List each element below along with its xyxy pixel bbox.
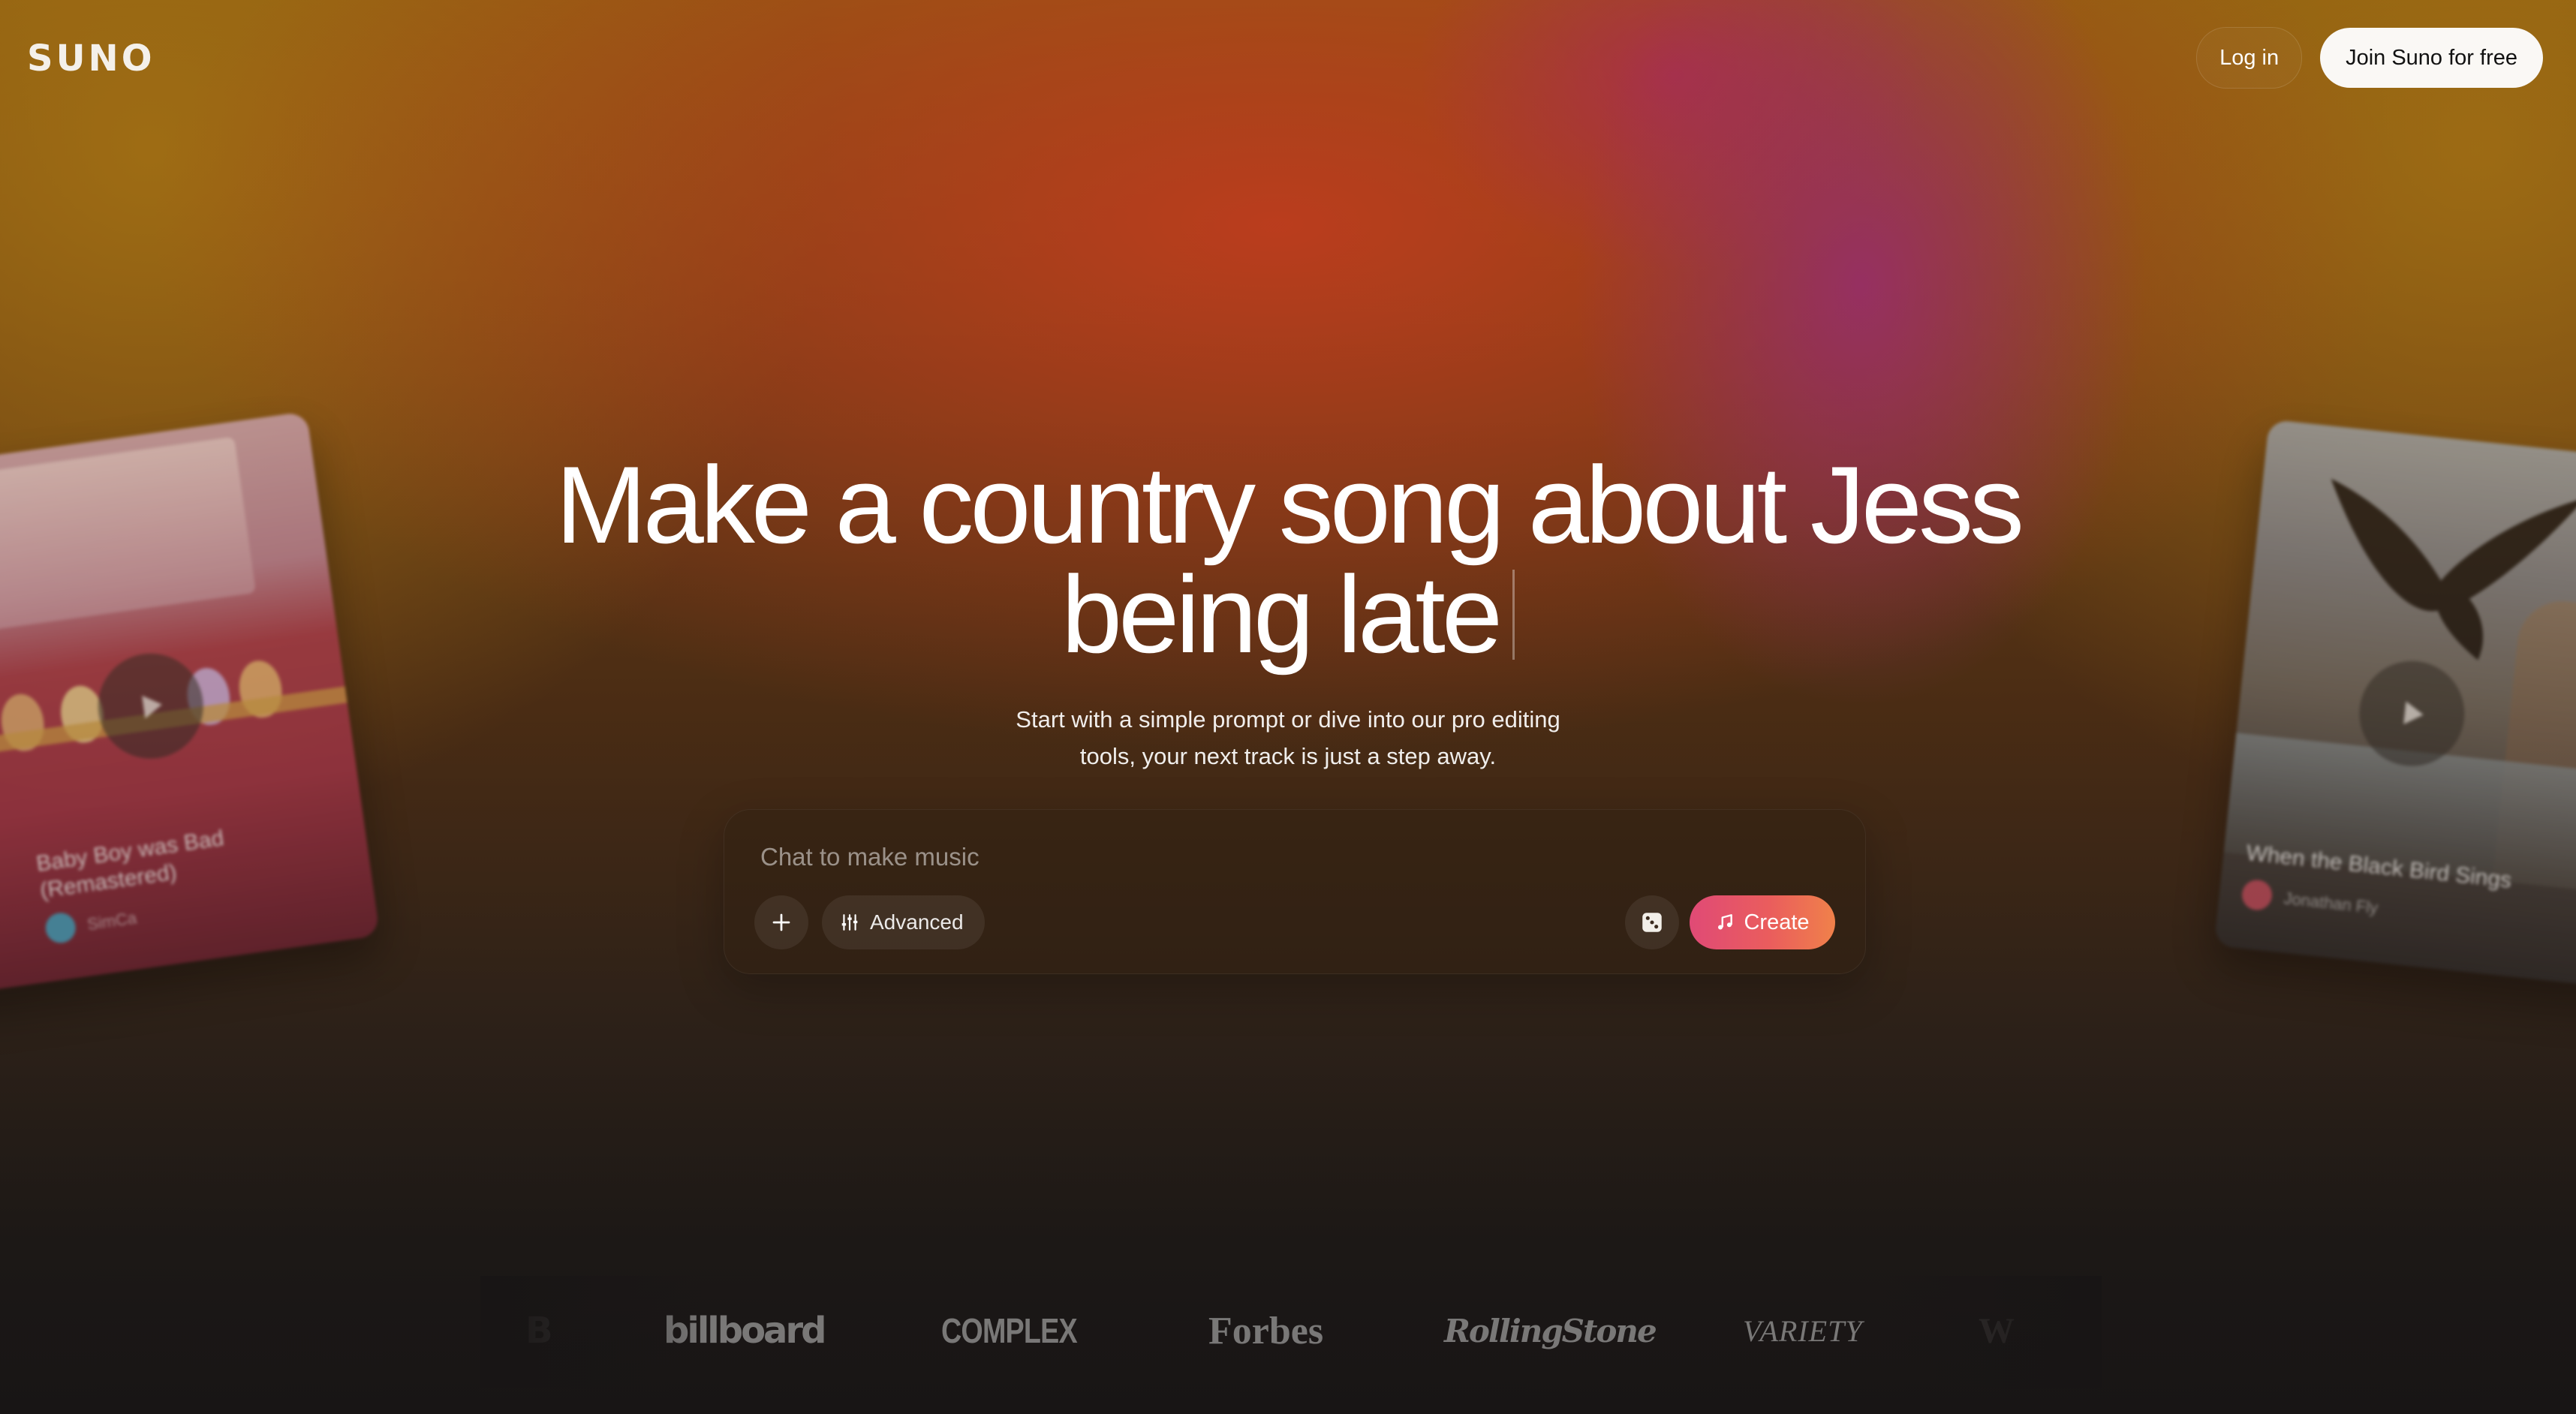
rolling-stone-logo: RollingStone [1444,1312,1657,1349]
prompt-composer: Advanced Create [724,809,1866,974]
plus-icon [772,913,790,931]
music-note-icon [1718,914,1733,930]
advanced-label: Advanced [870,910,964,934]
random-prompt-button[interactable] [1625,895,1679,949]
hero-title-line-2: being late [0,560,2576,669]
hero-title-line: Make a country song about Jess [555,444,2024,566]
hero-subtitle: Start with a simple prompt or dive into … [1016,706,1560,769]
artist-name: SimCa [86,908,138,934]
header-actions: Log in Join Suno for free [2196,27,2543,89]
artist-name: Jonathan Fly [2283,889,2379,918]
advanced-button[interactable]: Advanced [822,895,985,949]
hero-title: Make a country song about Jess being lat… [0,450,2576,669]
complex-logo: COMPLEX [941,1311,1078,1350]
login-button[interactable]: Log in [2196,27,2303,89]
play-icon [142,695,162,719]
press-fade-left [480,1276,706,1388]
artist-avatar [44,910,78,945]
sliders-icon [841,914,858,931]
join-free-button[interactable]: Join Suno for free [2320,28,2543,88]
add-button[interactable] [754,895,808,949]
press-logos: B billboard COMPLEX Forbes RollingStone … [0,1304,2576,1357]
artist-avatar [2240,878,2274,912]
variety-logo: VARIETY [1743,1313,1863,1348]
play-icon [2403,701,2424,724]
typing-caret [1512,570,1515,660]
song-title: Baby Boy was Bad (Remastered) [35,826,226,904]
landing-page: SUNO Log in Join Suno for free Baby Boy … [0,0,2576,1414]
create-label: Create [1744,910,1810,934]
press-fade-right [1876,1276,2102,1388]
prompt-input[interactable] [760,843,1661,871]
forbes-logo: Forbes [1208,1309,1324,1352]
dice-icon [1642,913,1662,932]
suno-logo[interactable]: SUNO [27,38,155,80]
create-button[interactable]: Create [1690,895,1835,949]
